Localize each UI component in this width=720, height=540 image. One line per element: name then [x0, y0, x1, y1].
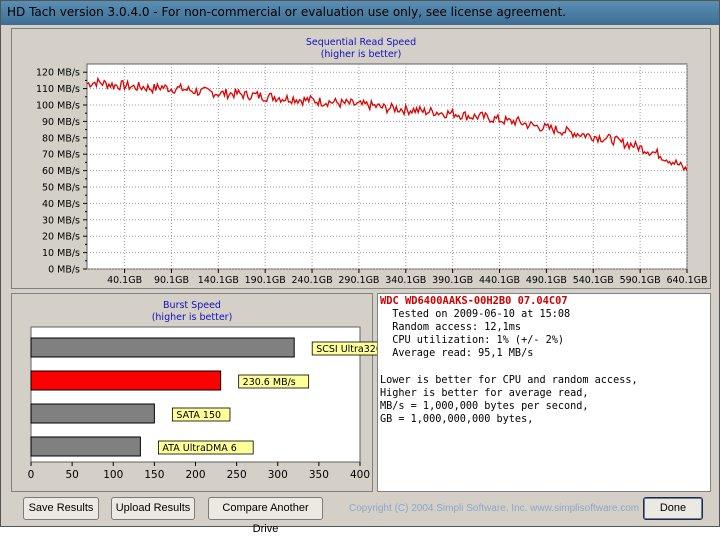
note-mbs: MB/s = 1,000,000 bytes per second,	[380, 401, 589, 412]
cpu-utilization: CPU utilization: 1% (+/- 2%)	[380, 335, 565, 346]
note-cpu: Lower is better for CPU and random acces…	[380, 375, 638, 386]
copyright-text: Copyright (C) 2004 Simpli Software, Inc.…	[349, 503, 640, 514]
app-window: HD Tach version 3.0.4.0 - For non-commer…	[0, 0, 720, 535]
burst-x-tick-label: 0	[28, 469, 35, 481]
drive-model: WDC WD6400AAKS-00H2B0 07.04C07	[380, 295, 568, 307]
burst-bar-label: SATA 150	[176, 410, 221, 421]
burst-x-tick-label: 250	[227, 469, 247, 481]
results-panel: WDC WD6400AAKS-00H2B0 07.04C07 Tested on…	[377, 293, 711, 492]
save-results-button[interactable]: Save Results	[23, 497, 99, 520]
burst-x-tick-label: 200	[185, 469, 205, 481]
upload-results-button[interactable]: Upload Results	[111, 497, 195, 520]
burst-bar	[30, 337, 295, 358]
average-read: Average read: 95,1 MB/s	[380, 348, 534, 359]
burst-bar-label: ATA UltraDMA 6	[162, 443, 236, 454]
burst-bar	[30, 403, 155, 424]
note-read: Higher is better for average read,	[380, 388, 589, 399]
burst-bar-label: SCSI Ultra320	[316, 344, 382, 355]
burst-bar	[30, 370, 222, 391]
burst-x-tick-label: 400	[350, 469, 370, 481]
compare-drive-button[interactable]: Compare Another Drive	[208, 497, 323, 535]
test-date: Tested on 2009-06-10 at 15:08	[380, 309, 571, 320]
burst-x-tick-label: 150	[144, 469, 164, 481]
random-access: Random access: 12,1ms	[380, 322, 522, 333]
burst-bar	[30, 436, 141, 457]
burst-x-tick-label: 100	[103, 469, 123, 481]
done-button[interactable]: Done	[643, 497, 703, 520]
burst-x-tick-label: 300	[268, 469, 288, 481]
burst-x-tick-label: 350	[309, 469, 329, 481]
burst-bar-label: 230.6 MB/s	[243, 377, 296, 388]
burst-x-tick-label: 50	[65, 469, 78, 481]
note-gb: GB = 1,000,000,000 bytes,	[380, 414, 534, 425]
